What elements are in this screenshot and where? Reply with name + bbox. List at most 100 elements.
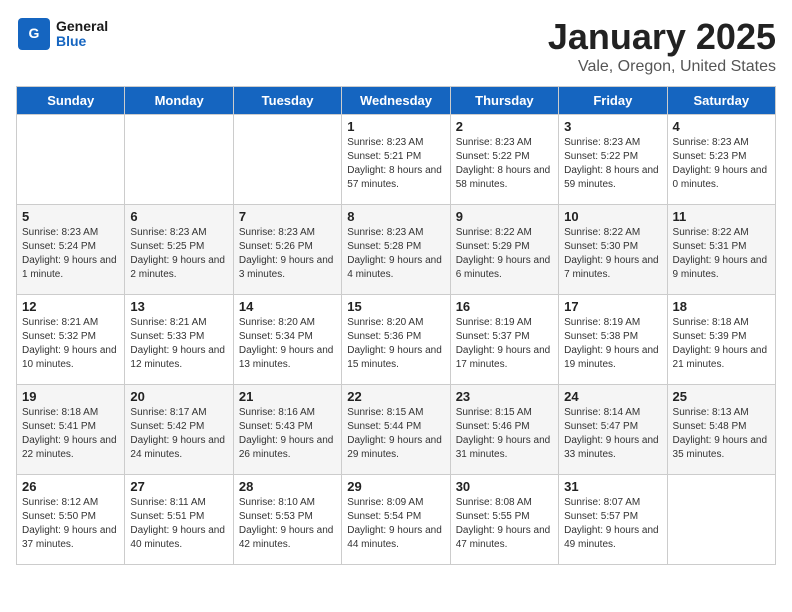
weekday-row: SundayMondayTuesdayWednesdayThursdayFrid… <box>17 87 776 115</box>
day-number: 5 <box>22 209 119 224</box>
calendar-day-8: 8Sunrise: 8:23 AM Sunset: 5:28 PM Daylig… <box>342 205 450 295</box>
calendar-table: SundayMondayTuesdayWednesdayThursdayFrid… <box>16 86 776 565</box>
day-number: 19 <box>22 389 119 404</box>
day-info: Sunrise: 8:20 AM Sunset: 5:34 PM Dayligh… <box>239 316 336 372</box>
calendar-day-7: 7 Sunrise: 8:23 AM Sunset: 5:26 PM Daylig… <box>233 205 341 295</box>
day-number: 1 <box>347 119 444 134</box>
day-number: 4 <box>673 119 770 134</box>
day-number: 14 <box>239 299 336 314</box>
day-info: Sunrise: 8:11 AM Sunset: 5:51 PM Dayligh… <box>130 496 227 552</box>
day-info: Sunrise: 8:23 AM Sunset: 5:22 PM Dayligh… <box>456 136 553 192</box>
empty-day <box>233 115 341 205</box>
day-info: Sunrise: 8:21 AM Sunset: 5:33 PM Dayligh… <box>130 316 227 372</box>
day-number: 13 <box>130 299 227 314</box>
day-info: Sunrise: 8:15 AM Sunset: 5:46 PM Dayligh… <box>456 406 553 462</box>
day-number: 12 <box>22 299 119 314</box>
day-number: 27 <box>130 479 227 494</box>
calendar-day-28: 28 Sunrise: 8:10 AM Sunset: 5:53 PM Dayli… <box>233 475 341 565</box>
day-number: 29 <box>347 479 444 494</box>
logo: G General Blue <box>16 16 108 52</box>
day-info: Sunrise: 8:13 AM Sunset: 5:48 PM Dayligh… <box>673 406 770 462</box>
calendar-week-row: 12 Sunrise: 8:21 AM Sunset: 5:32 PM Dayli… <box>17 295 776 385</box>
day-number: 22 <box>347 389 444 404</box>
day-info: Sunrise: 8:07 AM Sunset: 5:57 PM Dayligh… <box>564 496 661 552</box>
day-info: Sunrise: 8:23 AM Sunset: 5:21 PM Dayligh… <box>347 136 444 192</box>
weekday-header-friday: Friday <box>559 87 667 115</box>
location-title: Vale, Oregon, United States <box>548 58 776 76</box>
calendar-day-2: 2 Sunrise: 8:23 AM Sunset: 5:22 PM Daylig… <box>450 115 558 205</box>
calendar-day-13: 13 Sunrise: 8:21 AM Sunset: 5:33 PM Dayli… <box>125 295 233 385</box>
calendar-day-1: 1 Sunrise: 8:23 AM Sunset: 5:21 PM Daylig… <box>342 115 450 205</box>
day-number: 10 <box>564 209 661 224</box>
day-info: Sunrise: 8:17 AM Sunset: 5:42 PM Dayligh… <box>130 406 227 462</box>
calendar-day-22: 22 Sunrise: 8:15 AM Sunset: 5:44 PM Dayli… <box>342 385 450 475</box>
calendar-day-12: 12 Sunrise: 8:21 AM Sunset: 5:32 PM Dayli… <box>17 295 125 385</box>
calendar-body: 1 Sunrise: 8:23 AM Sunset: 5:21 PM Daylig… <box>17 115 776 565</box>
day-info: Sunrise: 8:22 AM Sunset: 5:30 PM Dayligh… <box>564 226 661 282</box>
calendar-week-row: 19 Sunrise: 8:18 AM Sunset: 5:41 PM Dayli… <box>17 385 776 475</box>
day-number: 2 <box>456 119 553 134</box>
day-number: 6 <box>130 209 227 224</box>
day-number: 31 <box>564 479 661 494</box>
calendar-day-9: 9 Sunrise: 8:22 AM Sunset: 5:29 PM Daylig… <box>450 205 558 295</box>
calendar-day-20: 20 Sunrise: 8:17 AM Sunset: 5:42 PM Dayli… <box>125 385 233 475</box>
calendar-header: SundayMondayTuesdayWednesdayThursdayFrid… <box>17 87 776 115</box>
weekday-header-sunday: Sunday <box>17 87 125 115</box>
calendar-week-row: 1 Sunrise: 8:23 AM Sunset: 5:21 PM Daylig… <box>17 115 776 205</box>
calendar-day-25: 25Sunrise: 8:13 AM Sunset: 5:48 PM Dayli… <box>667 385 775 475</box>
empty-day <box>667 475 775 565</box>
day-info: Sunrise: 8:23 AM Sunset: 5:26 PM Dayligh… <box>239 226 336 282</box>
day-info: Sunrise: 8:19 AM Sunset: 5:38 PM Dayligh… <box>564 316 661 372</box>
weekday-header-tuesday: Tuesday <box>233 87 341 115</box>
weekday-header-saturday: Saturday <box>667 87 775 115</box>
day-number: 7 <box>239 209 336 224</box>
day-info: Sunrise: 8:12 AM Sunset: 5:50 PM Dayligh… <box>22 496 119 552</box>
calendar-day-26: 26 Sunrise: 8:12 AM Sunset: 5:50 PM Dayli… <box>17 475 125 565</box>
empty-day <box>125 115 233 205</box>
day-number: 15 <box>347 299 444 314</box>
day-number: 20 <box>130 389 227 404</box>
calendar-day-27: 27 Sunrise: 8:11 AM Sunset: 5:51 PM Dayli… <box>125 475 233 565</box>
calendar-day-15: 15 Sunrise: 8:20 AM Sunset: 5:36 PM Dayli… <box>342 295 450 385</box>
calendar-day-16: 16Sunrise: 8:19 AM Sunset: 5:37 PM Dayli… <box>450 295 558 385</box>
calendar-day-24: 24Sunrise: 8:14 AM Sunset: 5:47 PM Dayli… <box>559 385 667 475</box>
day-number: 30 <box>456 479 553 494</box>
calendar-day-5: 5 Sunrise: 8:23 AM Sunset: 5:24 PM Daylig… <box>17 205 125 295</box>
day-number: 16 <box>456 299 553 314</box>
day-number: 9 <box>456 209 553 224</box>
day-info: Sunrise: 8:23 AM Sunset: 5:24 PM Dayligh… <box>22 226 119 282</box>
day-info: Sunrise: 8:15 AM Sunset: 5:44 PM Dayligh… <box>347 406 444 462</box>
calendar-day-18: 18Sunrise: 8:18 AM Sunset: 5:39 PM Dayli… <box>667 295 775 385</box>
day-number: 26 <box>22 479 119 494</box>
day-info: Sunrise: 8:23 AM Sunset: 5:23 PM Dayligh… <box>673 136 770 192</box>
calendar-day-6: 6 Sunrise: 8:23 AM Sunset: 5:25 PM Daylig… <box>125 205 233 295</box>
day-info: Sunrise: 8:08 AM Sunset: 5:55 PM Dayligh… <box>456 496 553 552</box>
title-area: January 2025 Vale, Oregon, United States <box>548 16 776 76</box>
day-number: 17 <box>564 299 661 314</box>
weekday-header-thursday: Thursday <box>450 87 558 115</box>
day-info: Sunrise: 8:20 AM Sunset: 5:36 PM Dayligh… <box>347 316 444 372</box>
day-info: Sunrise: 8:10 AM Sunset: 5:53 PM Dayligh… <box>239 496 336 552</box>
svg-text:G: G <box>29 25 40 41</box>
logo-line1: General <box>56 19 108 34</box>
logo-line2: Blue <box>56 34 108 49</box>
day-info: Sunrise: 8:21 AM Sunset: 5:32 PM Dayligh… <box>22 316 119 372</box>
calendar-week-row: 5 Sunrise: 8:23 AM Sunset: 5:24 PM Daylig… <box>17 205 776 295</box>
day-info: Sunrise: 8:18 AM Sunset: 5:41 PM Dayligh… <box>22 406 119 462</box>
day-info: Sunrise: 8:23 AM Sunset: 5:25 PM Dayligh… <box>130 226 227 282</box>
day-info: Sunrise: 8:23 AM Sunset: 5:22 PM Dayligh… <box>564 136 661 192</box>
calendar-day-11: 11Sunrise: 8:22 AM Sunset: 5:31 PM Dayli… <box>667 205 775 295</box>
day-number: 28 <box>239 479 336 494</box>
calendar-day-23: 23Sunrise: 8:15 AM Sunset: 5:46 PM Dayli… <box>450 385 558 475</box>
day-info: Sunrise: 8:22 AM Sunset: 5:29 PM Dayligh… <box>456 226 553 282</box>
day-info: Sunrise: 8:14 AM Sunset: 5:47 PM Dayligh… <box>564 406 661 462</box>
day-info: Sunrise: 8:16 AM Sunset: 5:43 PM Dayligh… <box>239 406 336 462</box>
calendar-day-3: 3Sunrise: 8:23 AM Sunset: 5:22 PM Daylig… <box>559 115 667 205</box>
calendar-week-row: 26 Sunrise: 8:12 AM Sunset: 5:50 PM Dayli… <box>17 475 776 565</box>
day-number: 18 <box>673 299 770 314</box>
calendar-day-4: 4 Sunrise: 8:23 AM Sunset: 5:23 PM Daylig… <box>667 115 775 205</box>
month-title: January 2025 <box>548 16 776 58</box>
calendar-day-17: 17 Sunrise: 8:19 AM Sunset: 5:38 PM Dayli… <box>559 295 667 385</box>
calendar-day-29: 29Sunrise: 8:09 AM Sunset: 5:54 PM Dayli… <box>342 475 450 565</box>
day-info: Sunrise: 8:23 AM Sunset: 5:28 PM Dayligh… <box>347 226 444 282</box>
